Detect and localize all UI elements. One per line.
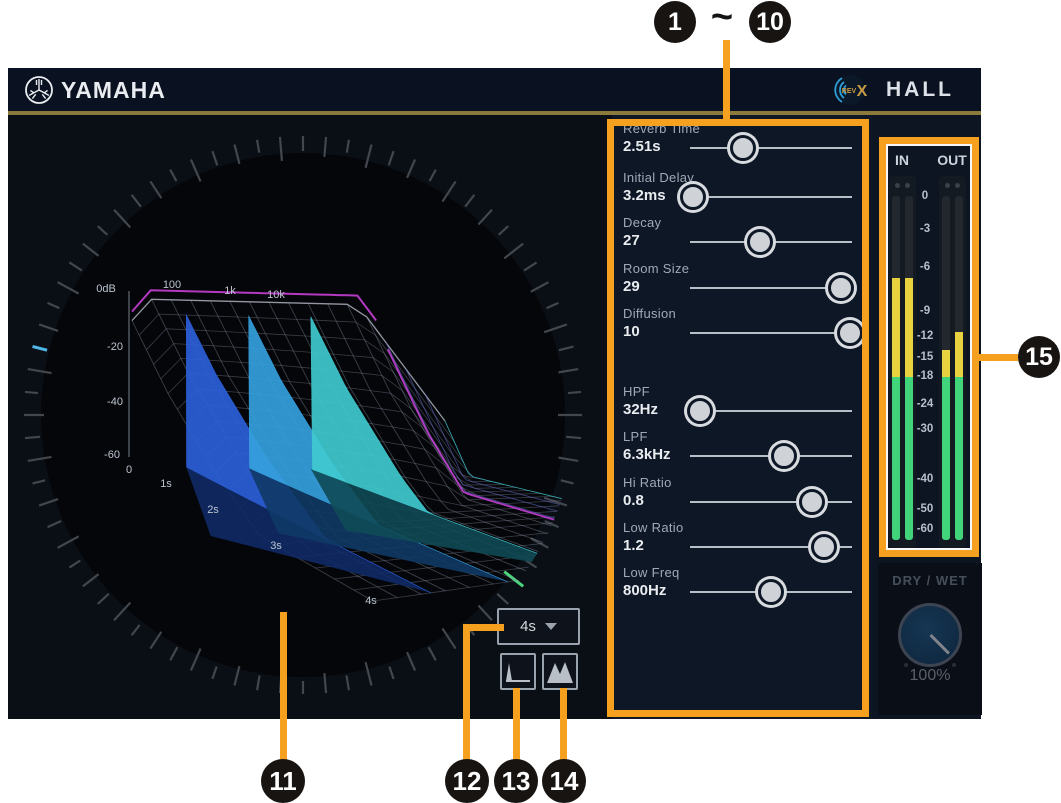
callout-line-12v [463, 624, 470, 762]
callout-bracket-meters [879, 137, 979, 557]
callout-tilde: ~ [700, 0, 744, 39]
dry-wet-value: 100% [878, 667, 982, 685]
callout-15-badge: 15 [1018, 336, 1060, 378]
knob-pointer [929, 634, 950, 655]
time-range-value: 4s [520, 618, 536, 635]
callout-13-badge: 13 [494, 759, 538, 803]
callout-line-14 [560, 688, 567, 762]
svg-text:1s: 1s [160, 478, 172, 490]
svg-text:3s: 3s [270, 540, 282, 552]
callout-11-badge: 11 [261, 759, 305, 803]
svg-text:-20: -20 [107, 341, 123, 353]
svg-text:10k: 10k [267, 289, 285, 301]
callout-line-11 [280, 612, 287, 762]
frequency-peaks-icon [545, 659, 575, 685]
callout-14-badge: 14 [542, 759, 586, 803]
svg-text:REV: REV [842, 88, 857, 95]
brand-text: YAMAHA [61, 77, 166, 104]
svg-text:100: 100 [163, 279, 181, 291]
yamaha-tuning-fork-icon [24, 75, 54, 105]
dry-wet-knob[interactable] [898, 603, 962, 667]
yamaha-logo: YAMAHA [24, 75, 166, 105]
svg-text:0dB: 0dB [96, 283, 116, 295]
callout-line-params [723, 40, 730, 120]
callout-10-badge: 10 [749, 1, 791, 43]
dry-wet-label: DRY / WET [878, 573, 982, 588]
callout-12-badge: 12 [445, 759, 489, 803]
svg-text:X: X [857, 83, 868, 100]
time-range-dropdown[interactable]: 4s [497, 608, 580, 645]
svg-text:2s: 2s [207, 504, 219, 516]
decay-envelope-view-button[interactable] [500, 653, 536, 690]
decay-envelope-icon [503, 659, 533, 685]
svg-text:1k: 1k [224, 285, 236, 297]
svg-text:4s: 4s [365, 595, 377, 607]
callout-line-15 [975, 354, 1018, 361]
graph-disc [41, 153, 565, 677]
chevron-down-icon [545, 623, 557, 630]
callout-line-13 [513, 688, 520, 762]
title-bar: YAMAHA REV X HALL [8, 68, 981, 111]
dry-wet-section: DRY / WET 100% [878, 563, 982, 715]
svg-text:-60: -60 [104, 449, 120, 461]
revx-logo: REV X [826, 70, 872, 110]
frequency-peaks-view-button[interactable] [542, 653, 578, 690]
preset-name: HALL [886, 78, 954, 102]
callout-bracket-params [607, 119, 869, 717]
svg-text:0: 0 [126, 464, 132, 476]
svg-text:-40: -40 [107, 396, 123, 408]
callout-1-badge: 1 [654, 1, 696, 43]
